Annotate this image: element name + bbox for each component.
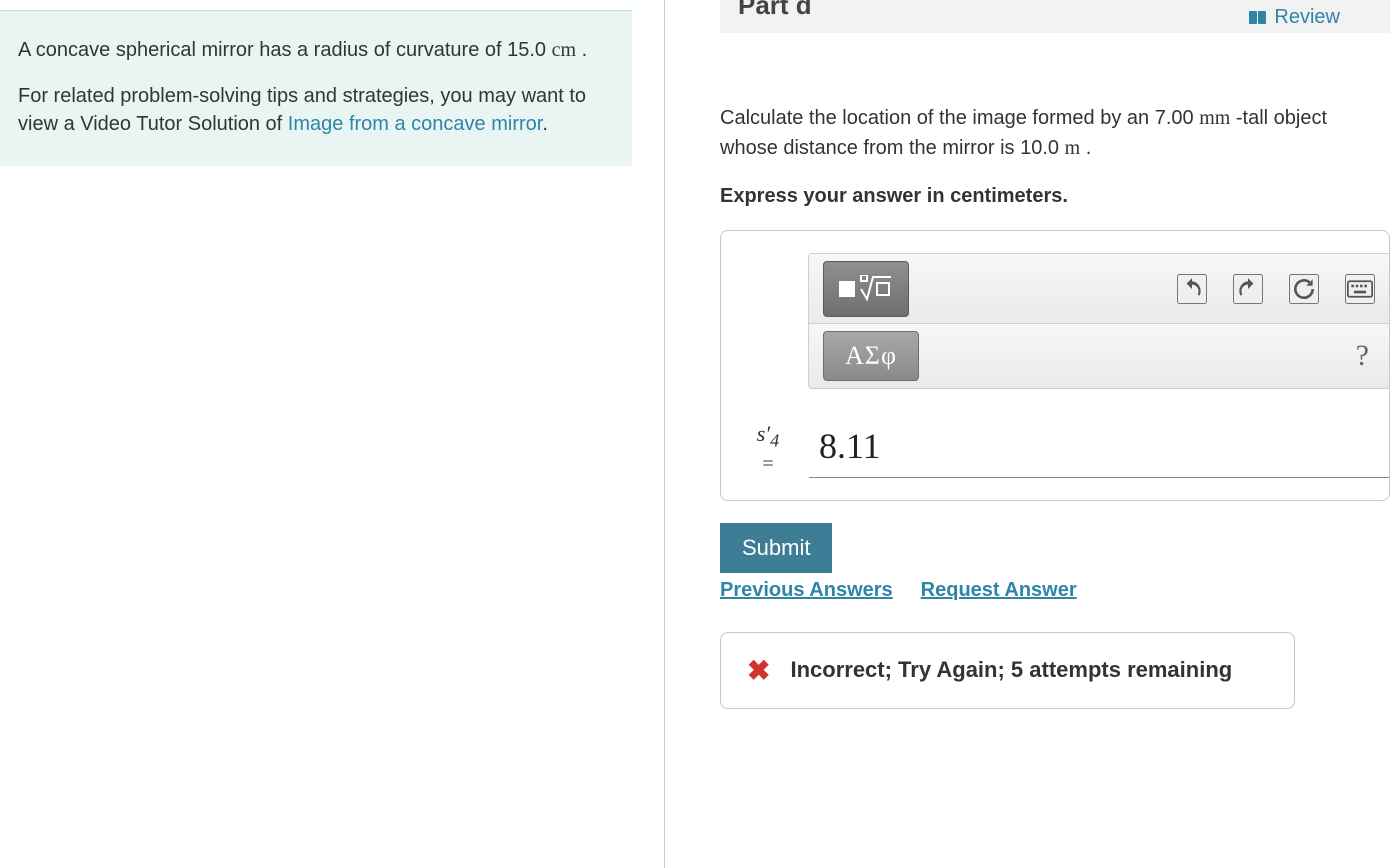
feedback-text: Incorrect; Try Again; 5 attempts remaini… (790, 655, 1232, 686)
question-text: Calculate the location of the image form… (720, 103, 1390, 163)
unit-mm: mm (1199, 107, 1230, 129)
problem-paragraph-1: A concave spherical mirror has a radius … (18, 36, 604, 64)
answer-box: ΑΣφ ? s′4 = (720, 230, 1390, 501)
q-text: . (1080, 137, 1091, 159)
answer-row: s′4 = (743, 419, 1389, 478)
answer-instruction: Express your answer in centimeters. (720, 185, 1390, 208)
request-answer-link[interactable]: Request Answer (921, 579, 1077, 602)
problem-text: A concave spherical mirror has a radius … (18, 39, 552, 61)
problem-statement-panel: A concave spherical mirror has a radius … (0, 0, 665, 868)
problem-box: A concave spherical mirror has a radius … (0, 10, 632, 166)
help-button[interactable]: ? (1356, 339, 1375, 373)
review-label: Review (1274, 6, 1340, 29)
submit-row: Submit (720, 523, 1390, 573)
submit-button[interactable]: Submit (720, 523, 832, 573)
problem-paragraph-2: For related problem-solving tips and str… (18, 82, 604, 138)
math-templates-button[interactable] (823, 261, 909, 317)
previous-answers-link[interactable]: Previous Answers (720, 579, 893, 602)
keyboard-button[interactable] (1345, 274, 1375, 304)
equals-sign: = (743, 453, 793, 475)
reset-button[interactable] (1289, 274, 1319, 304)
keyboard-icon (1347, 279, 1373, 299)
toolbar-row-2: ΑΣφ ? (808, 323, 1389, 389)
square-icon (839, 281, 855, 297)
answer-panel: Review Part d Calculate the location of … (665, 0, 1390, 868)
feedback-box: ✖ Incorrect; Try Again; 5 attempts remai… (720, 632, 1295, 709)
book-icon (1249, 11, 1266, 24)
reset-icon (1291, 276, 1317, 302)
unit-m: m (1065, 137, 1081, 159)
question-area: Calculate the location of the image form… (720, 35, 1390, 709)
answer-input[interactable] (809, 419, 1389, 478)
unit-cm: cm (552, 39, 576, 61)
undo-icon (1179, 276, 1205, 302)
undo-button[interactable] (1177, 274, 1207, 304)
var-subscript: 4 (770, 431, 779, 451)
greek-symbols-button[interactable]: ΑΣφ (823, 331, 919, 381)
problem-text: . (576, 39, 587, 61)
q-text: Calculate the location of the image form… (720, 107, 1199, 129)
sqrt-icon (859, 275, 893, 303)
problem-text: . (542, 113, 548, 135)
variable-label: s′4 = (743, 422, 793, 475)
redo-button[interactable] (1233, 274, 1263, 304)
incorrect-icon: ✖ (747, 657, 770, 685)
review-link[interactable]: Review (1249, 6, 1340, 29)
video-tutor-link[interactable]: Image from a concave mirror (288, 113, 543, 135)
redo-icon (1235, 276, 1261, 302)
toolbar-row-1 (808, 253, 1389, 323)
tool-icons (1177, 274, 1375, 304)
var-symbol: s′ (757, 421, 770, 446)
